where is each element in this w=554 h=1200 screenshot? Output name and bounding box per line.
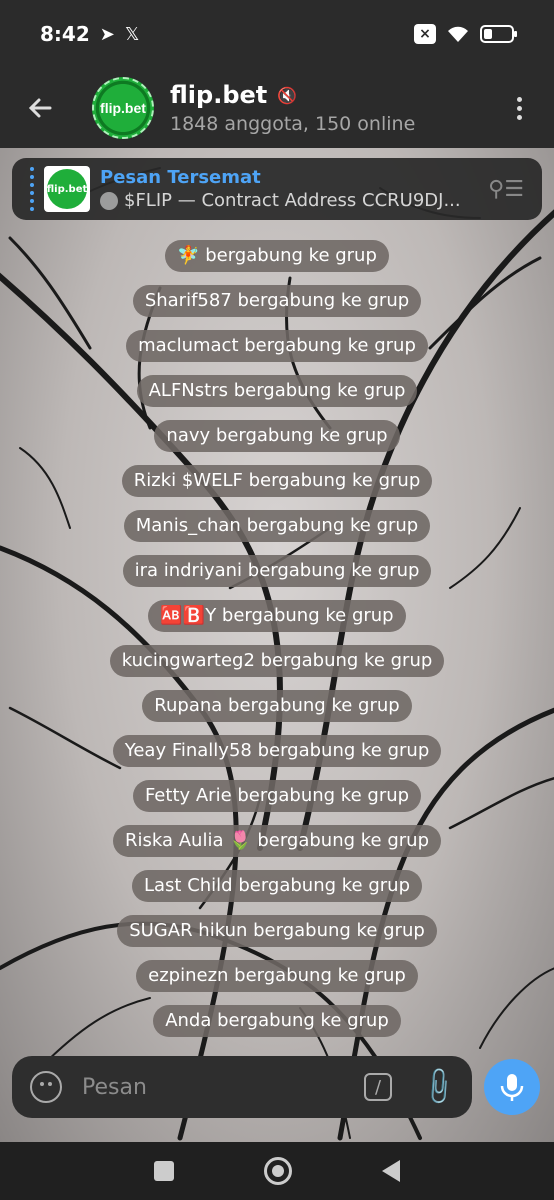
service-message: 🆎🅱️Y bergabung ke grup (148, 600, 406, 632)
recent-apps-icon[interactable] (154, 1161, 174, 1181)
service-message: Sharif587 bergabung ke grup (132, 285, 422, 317)
chat-title-block[interactable]: flip.bet 🔇 1848 anggota, 150 online (170, 81, 415, 135)
attach-paperclip-icon[interactable]: 📎 (416, 1065, 460, 1109)
group-avatar[interactable]: flip.bet (92, 77, 154, 139)
telegram-icon: ➤ (99, 23, 115, 45)
service-message: ezpinezn bergabung ke grup (136, 960, 418, 992)
bot-commands-icon[interactable]: / (364, 1073, 392, 1101)
service-message: Last Child bergabung ke grup (131, 870, 422, 902)
service-message: ira indriyani bergabung ke grup (122, 555, 432, 587)
service-message: SUGAR hikun bergabung ke grup (117, 915, 437, 947)
service-message: kucingwarteg2 bergabung ke grup (109, 645, 445, 677)
back-triangle-icon[interactable] (382, 1160, 400, 1182)
pinned-text: $FLIP — Contract Address CCRU9DJ... (124, 190, 461, 211)
chat-header: flip.bet flip.bet 🔇 1848 anggota, 150 on… (0, 68, 554, 148)
status-time: 8:42 (40, 22, 90, 46)
x-icon: 𝕏 (124, 23, 140, 45)
service-message: Anda bergabung ke grup (153, 1005, 401, 1037)
service-message: Fetty Arie bergabung ke grup (132, 780, 422, 812)
wifi-icon (448, 26, 468, 42)
chat-member-count: 1848 anggota, 150 online (170, 113, 416, 135)
service-message: Rizki $WELF bergabung ke grup (121, 465, 433, 497)
service-message-list: 🧚 bergabung ke grup Sharif587 bergabung … (0, 240, 554, 1037)
pinned-message-bar[interactable]: flip.bet Pesan Tersemat $FLIP — Contract… (12, 158, 542, 220)
muted-speaker-icon: 🔇 (277, 85, 298, 105)
avatar-logo-text: flip.bet (100, 100, 146, 116)
status-bar: 8:42 ➤ 𝕏 × (0, 0, 554, 68)
flip-logo-icon: flip.bet (47, 169, 87, 209)
service-message: 🧚 bergabung ke grup (165, 240, 389, 272)
coin-icon (100, 191, 118, 210)
service-message: navy bergabung ke grup (154, 420, 400, 452)
more-options-icon[interactable] (504, 83, 534, 133)
system-navigation-bar (0, 1142, 554, 1200)
pinned-label: Pesan Tersemat (100, 167, 261, 188)
message-composer: / 📎 (12, 1056, 472, 1118)
back-arrow-icon[interactable] (10, 78, 70, 138)
service-message: ALFNstrs bergabung ke grup (136, 375, 418, 407)
message-input[interactable] (82, 1074, 342, 1100)
chat-messages-area[interactable]: flip.bet Pesan Tersemat $FLIP — Contract… (0, 148, 554, 1142)
microphone-icon (500, 1074, 524, 1101)
service-message: maclumact bergabung ke grup (126, 330, 428, 362)
service-message: Rupana bergabung ke grup (142, 690, 412, 722)
chat-title: flip.bet (170, 81, 268, 109)
service-message: Manis_chan bergabung ke grup (123, 510, 431, 542)
home-icon[interactable] (264, 1157, 292, 1185)
battery-icon (480, 25, 517, 43)
voice-record-button[interactable] (484, 1059, 540, 1115)
pinned-indicator (30, 167, 34, 211)
service-message: Riska Aulia 🌷 bergabung ke grup (112, 825, 442, 857)
notification-x-icon: × (414, 24, 436, 44)
emoji-icon[interactable] (30, 1071, 62, 1103)
pinned-list-icon[interactable]: ⚲☰ (488, 177, 524, 202)
service-message: Yeay Finally58 bergabung ke grup (112, 735, 442, 767)
pinned-thumbnail: flip.bet (44, 166, 90, 212)
